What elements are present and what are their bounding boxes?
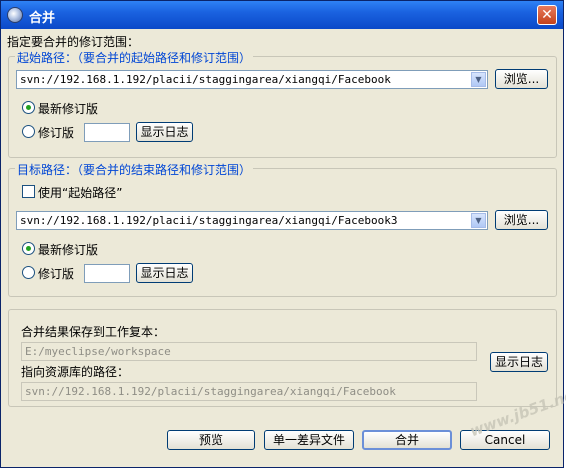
target-latest-label: 最新修订版: [38, 243, 99, 257]
start-browse-button[interactable]: 浏览...: [495, 69, 548, 89]
working-copy-field: E:/myeclipse/workspace: [21, 342, 477, 361]
target-path-combobox[interactable]: svn://192.168.1.192/placii/staggingarea/…: [16, 211, 488, 230]
start-revision-label: 修订版: [38, 126, 75, 140]
start-latest-radio[interactable]: [22, 101, 35, 114]
target-path-value: svn://192.168.1.192/placii/staggingarea/…: [20, 214, 398, 227]
target-revision-radio[interactable]: [22, 266, 35, 279]
target-show-log-button[interactable]: 显示日志: [136, 263, 193, 283]
start-revision-input[interactable]: [84, 123, 130, 142]
chevron-down-icon[interactable]: ▼: [471, 72, 486, 87]
target-revision-input[interactable]: [84, 264, 130, 283]
save-result-label: 合并结果保存到工作复本：: [21, 325, 166, 339]
start-path-value: svn://192.168.1.192/placii/staggingarea/…: [20, 73, 391, 86]
target-latest-radio[interactable]: [22, 242, 35, 255]
target-path-group-title: 目标路径：（要合并的结束路径和修订范围）: [15, 161, 254, 178]
unified-diff-button[interactable]: 单一差异文件: [264, 430, 354, 450]
target-browse-button[interactable]: 浏览...: [495, 210, 548, 230]
close-button[interactable]: ✕: [537, 5, 557, 25]
use-start-path-checkbox[interactable]: [22, 185, 35, 198]
instruction-label: 指定要合并的修订范围：: [7, 35, 140, 49]
repo-path-field: svn://192.168.1.192/placii/staggingarea/…: [21, 382, 477, 401]
start-path-group-title: 起始路径：（要合并的起始路径和修订范围）: [15, 49, 254, 66]
result-show-log-button[interactable]: 显示日志: [490, 352, 548, 372]
use-start-path-label: 使用“起始路径”: [38, 186, 123, 200]
title-bar[interactable]: 合并 ✕: [1, 1, 563, 29]
start-revision-radio[interactable]: [22, 125, 35, 138]
window-title: 合并: [29, 11, 56, 26]
app-icon: [7, 7, 23, 23]
repo-path-label: 指向资源库的路径：: [21, 365, 130, 379]
start-latest-label: 最新修订版: [38, 102, 99, 116]
start-show-log-button[interactable]: 显示日志: [136, 122, 193, 142]
merge-button[interactable]: 合并: [362, 430, 452, 450]
merge-dialog: 合并 ✕ 指定要合并的修订范围： 起始路径：（要合并的起始路径和修订范围） sv…: [0, 0, 566, 468]
preview-button[interactable]: 预览: [167, 430, 255, 450]
target-revision-label: 修订版: [38, 267, 75, 281]
chevron-down-icon[interactable]: ▼: [471, 213, 486, 228]
start-path-combobox[interactable]: svn://192.168.1.192/placii/staggingarea/…: [16, 70, 488, 89]
